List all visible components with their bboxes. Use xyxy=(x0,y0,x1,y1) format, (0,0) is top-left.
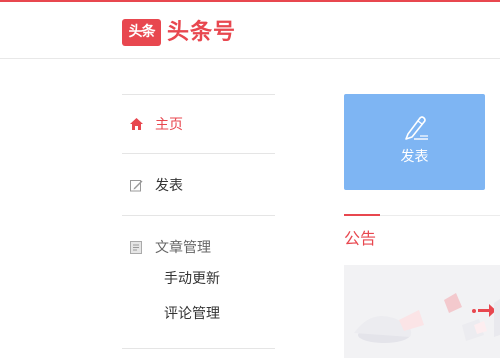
sidebar-item-label: 主页 xyxy=(155,117,183,133)
logo-mark[interactable]: 头条 xyxy=(122,19,161,46)
sidebar-item-publish[interactable]: 发表 xyxy=(122,170,275,200)
banner-illustration xyxy=(354,293,500,343)
edit-icon xyxy=(129,178,143,192)
announcement-banner[interactable] xyxy=(344,265,500,358)
sidebar-item-label: 发表 xyxy=(155,178,183,194)
divider xyxy=(380,215,500,216)
sidebar-subitem-comment-management[interactable]: 评论管理 xyxy=(164,301,220,327)
notice-title[interactable]: 公告 xyxy=(344,225,376,249)
document-icon xyxy=(129,240,143,254)
sidebar: 主页 发表 文章管理 手动更新 评论管理 xyxy=(122,94,275,358)
publish-button-label: 发表 xyxy=(400,149,429,165)
sidebar-section-article-management[interactable]: 文章管理 xyxy=(122,232,275,262)
header: 头条 头条号 xyxy=(0,2,500,59)
tab-underline xyxy=(344,214,380,216)
divider xyxy=(122,348,275,349)
section-label: 文章管理 xyxy=(155,240,211,256)
logo-text[interactable]: 头条号 xyxy=(167,18,236,48)
sidebar-item-home[interactable]: 主页 xyxy=(122,109,275,139)
home-icon xyxy=(129,117,143,131)
sidebar-subitem-manual-update[interactable]: 手动更新 xyxy=(164,266,220,292)
divider xyxy=(122,153,275,154)
divider xyxy=(122,215,275,216)
divider xyxy=(122,94,275,95)
publish-button[interactable]: 发表 xyxy=(344,94,485,190)
pen-icon xyxy=(400,114,430,142)
